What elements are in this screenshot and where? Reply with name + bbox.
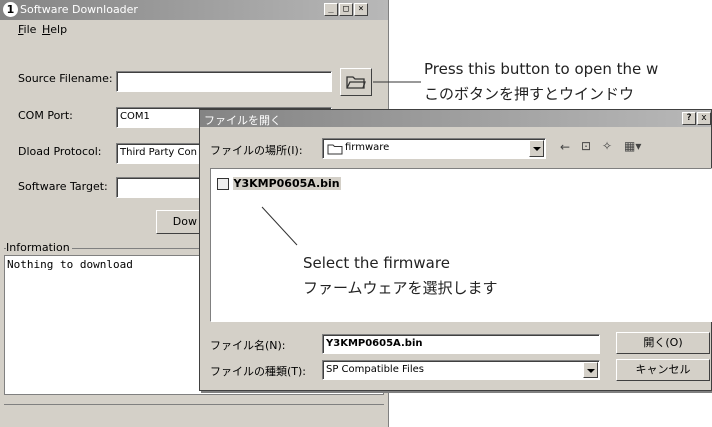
annotation-select-ja: ファームウェアを選択します xyxy=(303,279,498,297)
select-leader-line xyxy=(261,206,298,246)
annotation-select-en: Select the firmware xyxy=(303,254,450,272)
annotation-open-en: Press this button to open the w xyxy=(424,60,659,78)
annotation-open-ja: このボタンを押すとウインドウ xyxy=(424,85,635,103)
